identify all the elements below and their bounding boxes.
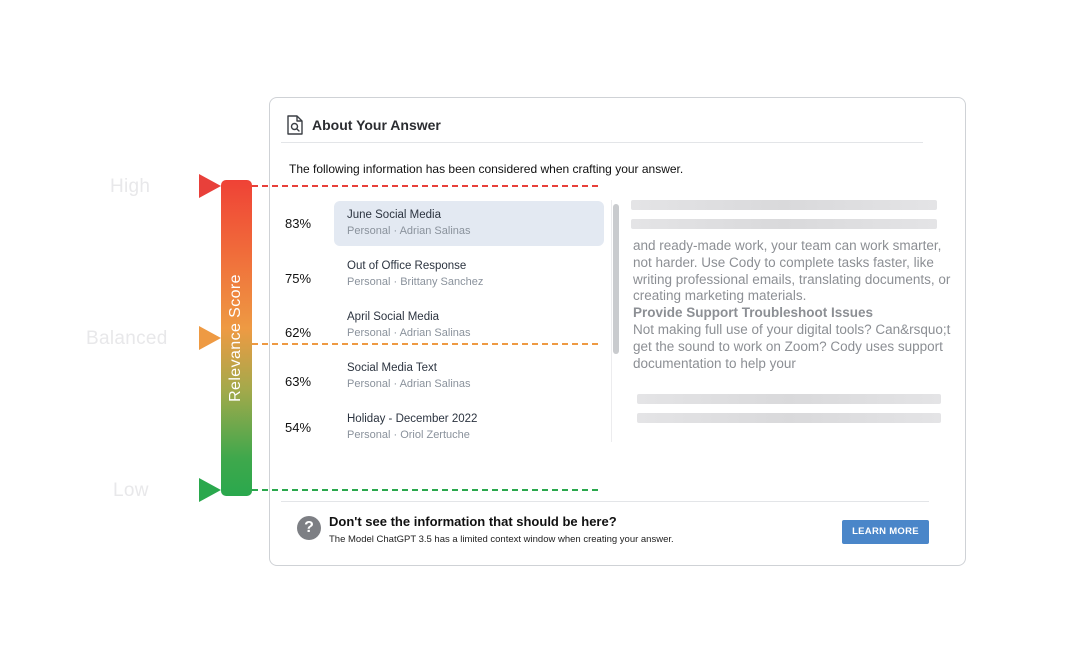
relevance-score-label: Relevance Score — [227, 274, 244, 402]
preview-paragraph: and ready-made work, your team can work … — [633, 238, 951, 304]
low-threshold-line — [252, 489, 598, 491]
source-item-out-of-office-response[interactable]: Out of Office Response Personal · Britta… — [334, 252, 604, 297]
source-percent: 62% — [285, 325, 312, 340]
source-subtitle: Personal · Brittany Sanchez — [347, 276, 484, 288]
high-arrow-icon — [199, 174, 221, 198]
source-item-holiday-december-2022[interactable]: Holiday - December 2022 Personal · Oriol… — [334, 405, 604, 450]
scrollbar-thumb[interactable] — [613, 204, 619, 354]
footer-divider — [281, 501, 929, 502]
low-arrow-icon — [199, 478, 221, 502]
balanced-threshold-line — [252, 343, 598, 345]
question-circle-icon: ? — [297, 516, 321, 540]
source-title: Out of Office Response — [347, 260, 467, 272]
preview-paragraph: Not making full use of your digital tool… — [633, 321, 951, 371]
panel-title: About Your Answer — [312, 117, 441, 133]
source-subtitle: Personal · Adrian Salinas — [347, 327, 471, 339]
level-label-balanced: Balanced — [86, 328, 168, 349]
high-threshold-line — [252, 185, 598, 187]
learn-more-button[interactable]: LEARN MORE — [842, 520, 929, 544]
preview-placeholder-line — [631, 219, 937, 229]
level-label-low: Low — [113, 480, 149, 501]
source-percent: 63% — [285, 374, 312, 389]
document-search-icon — [287, 115, 303, 135]
source-title: April Social Media — [347, 311, 440, 323]
preview-text: and ready-made work, your team can work … — [633, 238, 953, 372]
balanced-arrow-icon — [199, 326, 221, 350]
intro-text: The following information has been consi… — [289, 162, 684, 176]
source-subtitle: Personal · Adrian Salinas — [347, 225, 471, 237]
source-percent: 75% — [285, 271, 312, 286]
source-title: June Social Media — [347, 209, 441, 221]
source-percent: 83% — [285, 216, 312, 231]
help-text: The Model ChatGPT 3.5 has a limited cont… — [329, 534, 674, 545]
header-divider — [281, 142, 923, 143]
source-item-april-social-media[interactable]: April Social Media Personal · Adrian Sal… — [334, 303, 604, 348]
source-percent: 54% — [285, 420, 312, 435]
preview-heading: Provide Support Troubleshoot Issues — [633, 305, 874, 321]
source-item-social-media-text[interactable]: Social Media Text Personal · Adrian Sali… — [334, 354, 604, 399]
preview-placeholder-line — [637, 394, 941, 404]
source-subtitle: Personal · Adrian Salinas — [347, 378, 471, 390]
source-title: Holiday - December 2022 — [347, 413, 478, 425]
help-title: Don't see the information that should be… — [329, 514, 617, 529]
source-item-june-social-media[interactable]: June Social Media Personal · Adrian Sali… — [334, 201, 604, 246]
source-title: Social Media Text — [347, 362, 437, 374]
preview-placeholder-line — [631, 200, 937, 210]
level-label-high: High — [110, 176, 151, 197]
source-subtitle: Personal · Oriol Zertuche — [347, 429, 470, 441]
preview-placeholder-line — [637, 413, 941, 423]
